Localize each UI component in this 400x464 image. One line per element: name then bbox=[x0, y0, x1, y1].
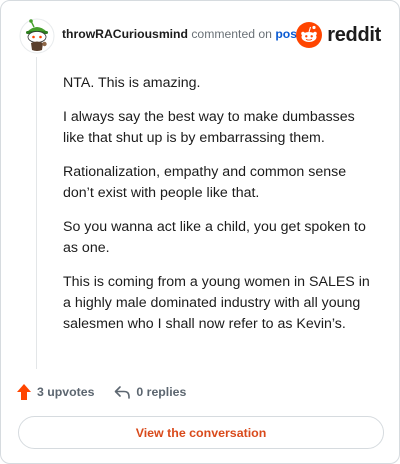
reddit-wordmark: reddit bbox=[327, 23, 381, 46]
comment-byline: throwRACuriousmind commented on post bbox=[62, 27, 301, 41]
action-text: commented on bbox=[191, 27, 272, 41]
comment-paragraph: So you wanna act like a child, you get s… bbox=[63, 219, 366, 256]
comment-body: NTA. This is amazing. I always say the b… bbox=[63, 73, 379, 348]
avatar[interactable] bbox=[19, 18, 55, 54]
comment-footer: 3 upvotes 0 replies bbox=[17, 381, 186, 403]
comment-paragraph: I always say the best way to make dumbas… bbox=[63, 109, 355, 146]
snoo-avatar-icon bbox=[19, 18, 55, 54]
reply-count: 0 replies bbox=[136, 385, 187, 399]
comment-paragraph: NTA. This is amazing. bbox=[63, 75, 201, 91]
comment-header: throwRACuriousmind commented on post red… bbox=[17, 17, 383, 54]
comment-embed-card: throwRACuriousmind commented on post red… bbox=[0, 0, 400, 464]
view-conversation-button[interactable]: View the conversation bbox=[18, 416, 384, 449]
comment-paragraph: This is coming from a young women in SAL… bbox=[63, 274, 370, 332]
upvote-count: 3 upvotes bbox=[37, 385, 95, 399]
reply-arrow-icon bbox=[115, 386, 131, 399]
reddit-alien-icon bbox=[296, 22, 323, 48]
thread-line bbox=[36, 57, 37, 369]
reddit-logo[interactable]: reddit bbox=[296, 21, 381, 49]
username-link[interactable]: throwRACuriousmind bbox=[62, 27, 188, 41]
upvote-button[interactable]: 3 upvotes bbox=[17, 384, 94, 400]
upvote-arrow-icon bbox=[17, 384, 31, 400]
reply-button[interactable]: 0 replies bbox=[114, 385, 186, 399]
comment-paragraph: Rationalization, empathy and common sens… bbox=[63, 164, 347, 201]
